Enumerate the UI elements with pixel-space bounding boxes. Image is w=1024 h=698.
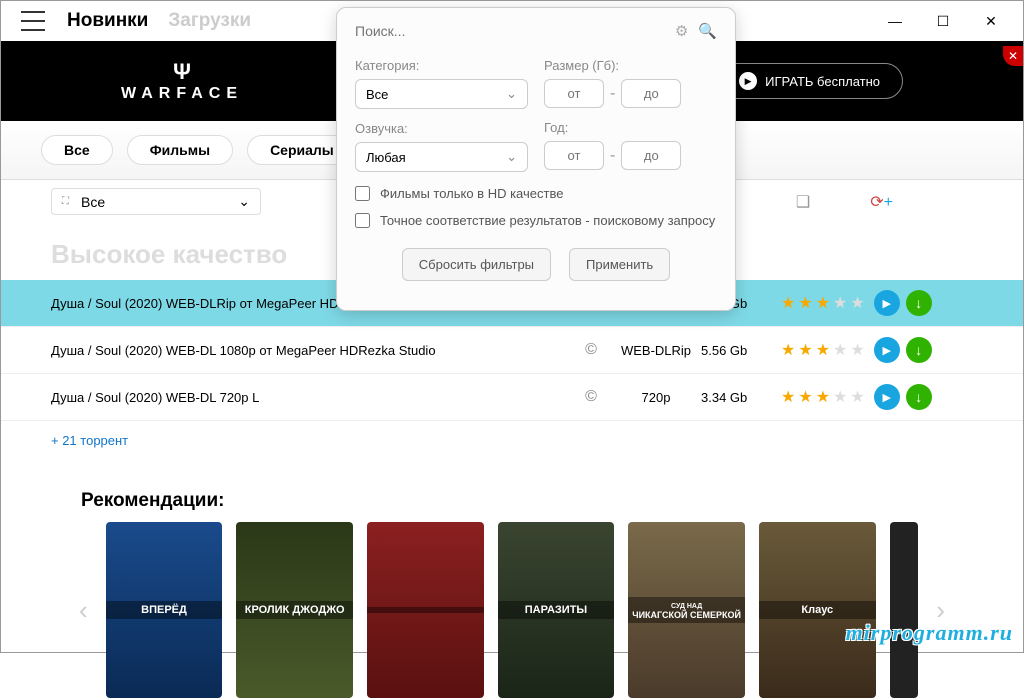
year-from-input[interactable] <box>544 141 604 170</box>
row-rating: ★★★★★ <box>781 387 868 407</box>
row-size: 3.34 Gb <box>701 390 781 405</box>
size-label: Размер (Гб): <box>544 58 717 73</box>
category-value: Все <box>366 87 388 102</box>
layers-icon[interactable]: ❑ <box>796 192 810 212</box>
row-quality: WEB-DLRip <box>611 343 701 358</box>
poster[interactable]: Клаус <box>759 522 876 698</box>
window-controls: — ☐ ✕ <box>883 13 1015 30</box>
category-select[interactable]: Все ⌄ <box>355 79 528 109</box>
tab-downloads[interactable]: Загрузки <box>168 10 251 32</box>
size-to-input[interactable] <box>621 79 681 108</box>
filter-sliders-icon[interactable]: ⚙ <box>675 22 688 40</box>
hd-only-label: Фильмы только в HD качестве <box>380 186 563 201</box>
play-button[interactable]: ▶ <box>874 290 900 316</box>
year-to-input[interactable] <box>621 141 681 170</box>
exact-match-label: Точное соответствие результатов - поиско… <box>380 213 715 228</box>
local-filter-value: Все <box>81 194 105 210</box>
poster[interactable]: КРОЛИК ДЖОДЖО <box>236 522 353 698</box>
table-row[interactable]: Душа / Soul (2020) WEB-DL 1080p от MegaP… <box>1 327 1023 374</box>
search-icon[interactable]: 🔍 <box>698 22 717 40</box>
download-button[interactable]: ↓ <box>906 290 932 316</box>
chevron-down-icon: ⌄ <box>506 86 517 102</box>
row-lang: © <box>571 388 611 406</box>
close-button[interactable]: ✕ <box>979 13 1003 30</box>
local-filter-dropdown[interactable]: ⛶ Все ⌄ <box>51 188 261 215</box>
chevron-down-icon: ⌄ <box>238 193 250 210</box>
poster[interactable]: ПАРАЗИТЫ <box>498 522 615 698</box>
search-input[interactable] <box>355 23 665 39</box>
voice-label: Озвучка: <box>355 121 528 136</box>
row-quality: 720p <box>611 390 701 405</box>
titlebar-tabs: Новинки Загрузки <box>67 10 251 32</box>
minimize-button[interactable]: — <box>883 13 907 30</box>
close-ad-button[interactable]: ✕ <box>1003 46 1023 66</box>
row-title: Душа / Soul (2020) WEB-DL 720p L <box>51 390 571 405</box>
row-rating: ★★★★★ <box>781 340 868 360</box>
loading-icon: ⟳+ <box>870 192 893 212</box>
year-label: Год: <box>544 120 717 135</box>
download-button[interactable]: ↓ <box>906 384 932 410</box>
poster[interactable] <box>890 522 919 698</box>
play-button[interactable]: ▶ <box>874 384 900 410</box>
apply-filters-button[interactable]: Применить <box>569 248 670 281</box>
pill-all[interactable]: Все <box>41 135 113 165</box>
recommendations-title: Рекомендации: <box>1 460 1023 522</box>
recommendations-row: ‹ ВПЕРЁД КРОЛИК ДЖОДЖО ПАРАЗИТЫ СУД НАДЧ… <box>1 522 1023 698</box>
maximize-button[interactable]: ☐ <box>931 13 955 30</box>
year-range: - <box>544 141 717 170</box>
poster[interactable]: ВПЕРЁД <box>106 522 223 698</box>
prev-arrow[interactable]: ‹ <box>75 595 92 626</box>
size-from-input[interactable] <box>544 79 604 108</box>
more-torrents-link[interactable]: + 21 торрент <box>1 421 1023 460</box>
tab-new[interactable]: Новинки <box>67 10 148 32</box>
table-row[interactable]: Душа / Soul (2020) WEB-DL 720p L © 720p … <box>1 374 1023 421</box>
exact-match-checkbox[interactable]: Точное соответствие результатов - поиско… <box>355 213 717 228</box>
pill-movies[interactable]: Фильмы <box>127 135 233 165</box>
download-button[interactable]: ↓ <box>906 337 932 363</box>
poster[interactable] <box>367 522 484 698</box>
hd-only-checkbox[interactable]: Фильмы только в HD качестве <box>355 186 717 201</box>
voice-value: Любая <box>366 150 406 165</box>
hamburger-menu[interactable] <box>21 11 45 31</box>
row-lang: © <box>571 341 611 359</box>
expand-icon: ⛶ <box>62 196 69 207</box>
reset-filters-button[interactable]: Сбросить фильтры <box>402 248 551 281</box>
range-dash: - <box>610 85 615 103</box>
search-filter-panel: ⚙ 🔍 Категория: Все ⌄ Озвучка: Любая ⌄ Ра… <box>336 7 736 311</box>
view-icons: ❑ ⟳+ <box>796 192 973 212</box>
category-label: Категория: <box>355 58 528 73</box>
chevron-down-icon: ⌄ <box>506 149 517 165</box>
play-button[interactable]: ▶ <box>874 337 900 363</box>
warface-logo: Ψ WARFACE <box>121 59 243 103</box>
size-range: - <box>544 79 717 108</box>
voice-select[interactable]: Любая ⌄ <box>355 142 528 172</box>
range-dash: - <box>610 147 615 165</box>
watermark: mirprogramm.ru <box>846 620 1013 646</box>
poster[interactable]: СУД НАДЧИКАГСКОЙ СЕМЕРКОЙ <box>628 522 745 698</box>
row-rating: ★★★★★ <box>781 293 868 313</box>
search-bar: ⚙ 🔍 <box>355 22 717 40</box>
row-title: Душа / Soul (2020) WEB-DL 1080p от MegaP… <box>51 343 571 358</box>
row-size: 5.56 Gb <box>701 343 781 358</box>
play-free-button[interactable]: ИГРАТЬ бесплатно <box>716 63 903 99</box>
